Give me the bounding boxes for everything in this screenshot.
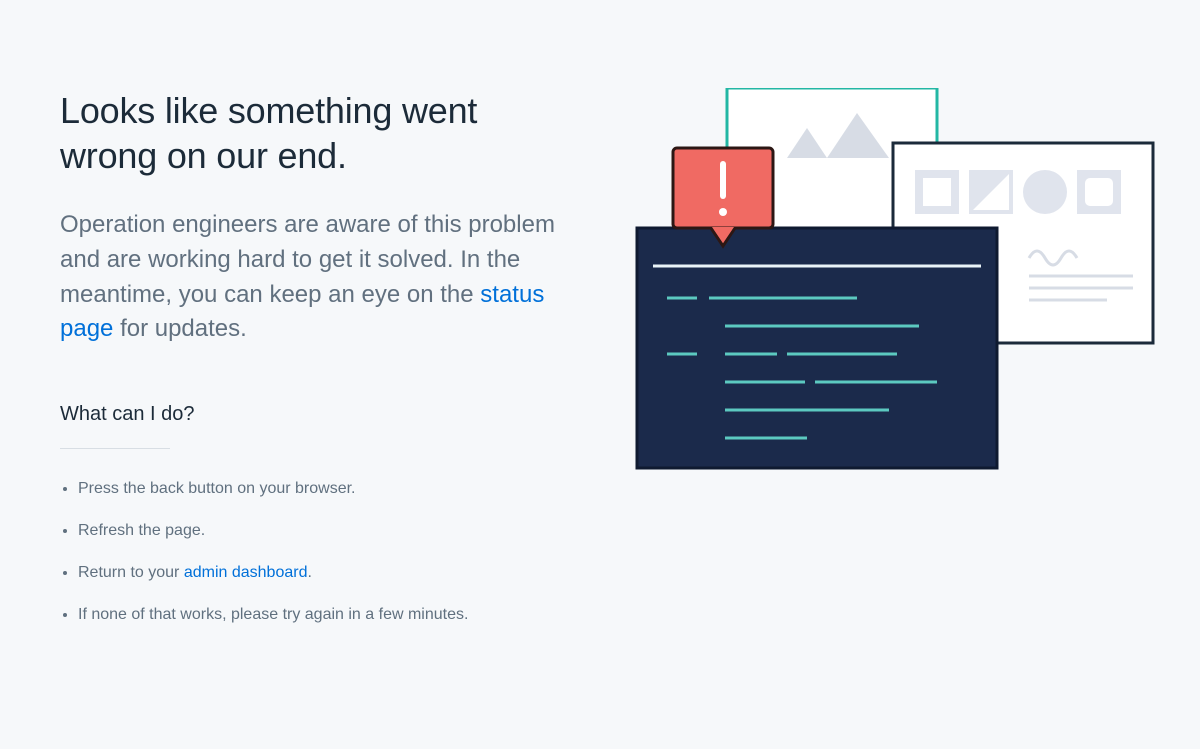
help-tip-item: If none of that works, please try again … bbox=[78, 603, 538, 627]
error-text-column: Looks like something went wrong on our e… bbox=[60, 88, 557, 645]
tip-text-after: . bbox=[307, 564, 311, 581]
error-illustration bbox=[597, 88, 1140, 645]
help-subheading: What can I do? bbox=[60, 403, 557, 426]
admin-dashboard-link[interactable]: admin dashboard bbox=[184, 564, 308, 581]
lede-text-after: for updates. bbox=[120, 315, 247, 342]
divider bbox=[60, 448, 170, 449]
help-tip-item: Return to your admin dashboard. bbox=[78, 561, 538, 585]
help-tip-item: Refresh the page. bbox=[78, 519, 538, 543]
help-tip-list: Press the back button on your browser. R… bbox=[60, 477, 557, 627]
help-tip-item: Press the back button on your browser. bbox=[78, 477, 538, 501]
error-description: Operation engineers are aware of this pr… bbox=[60, 208, 557, 347]
page-title: Looks like something went wrong on our e… bbox=[60, 88, 557, 178]
tip-text-before: Return to your bbox=[78, 564, 184, 581]
